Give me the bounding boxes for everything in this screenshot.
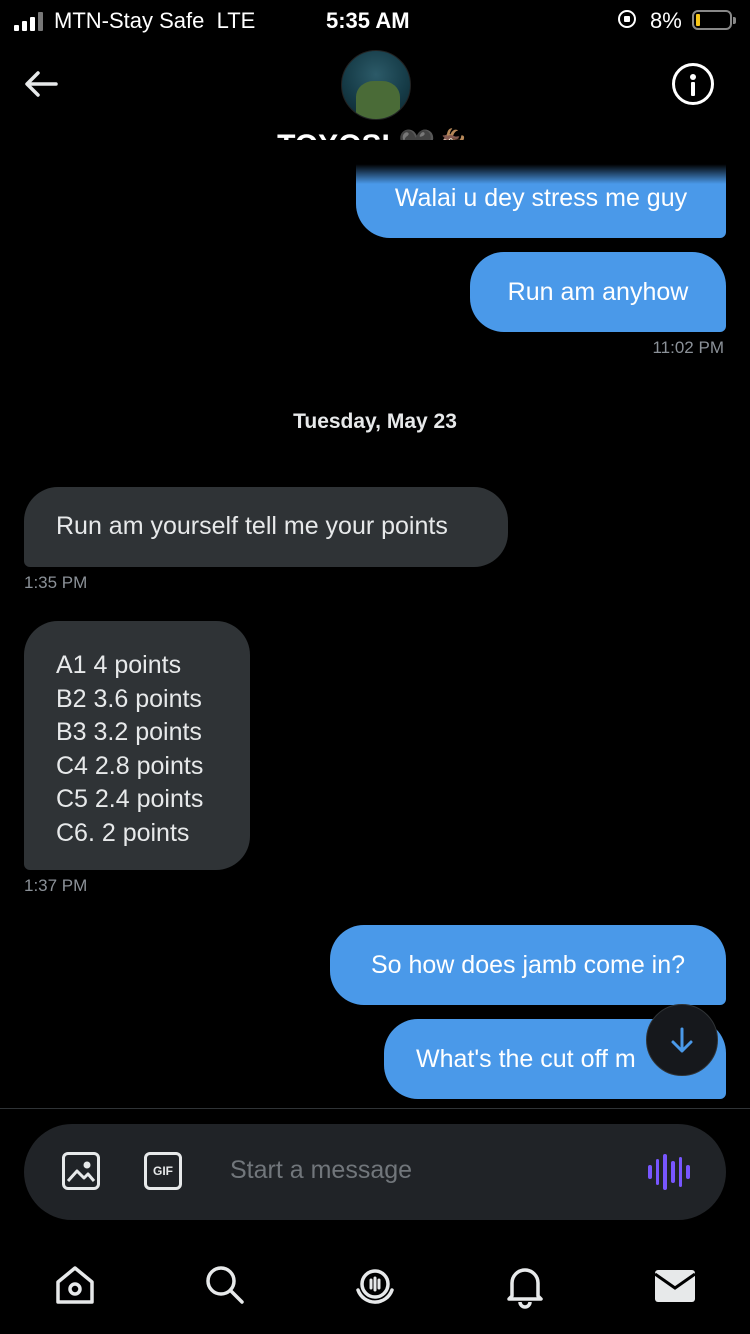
composer-divider — [0, 1108, 750, 1109]
battery-icon — [692, 10, 736, 30]
messages-icon[interactable] — [650, 1260, 700, 1310]
scroll-to-bottom-button[interactable] — [646, 1004, 718, 1076]
network-label: LTE — [216, 8, 256, 33]
message-input[interactable]: Start a message — [230, 1156, 412, 1185]
message-timestamp: 1:37 PM — [24, 876, 88, 895]
info-icon[interactable] — [672, 63, 714, 105]
battery-percent: 8% — [650, 8, 682, 33]
signal-icon — [14, 11, 43, 31]
gif-icon[interactable]: GIF — [144, 1152, 182, 1190]
search-icon[interactable] — [200, 1260, 250, 1310]
message-bubble-outgoing[interactable]: Run am anyhow — [470, 252, 726, 332]
arrow-left-icon[interactable] — [22, 64, 62, 104]
message-bubble-incoming[interactable]: Run am yourself tell me your points — [24, 487, 508, 567]
notifications-icon[interactable] — [500, 1260, 550, 1310]
message-bubble-outgoing[interactable]: So how does jamb come in? — [330, 925, 726, 1005]
arrow-down-icon — [671, 1027, 693, 1053]
carrier-label: MTN-Stay Safe LTE — [54, 8, 256, 33]
rotation-lock-icon — [618, 10, 636, 28]
status-time: 5:35 AM — [326, 8, 410, 33]
spaces-icon[interactable] — [350, 1260, 400, 1310]
header-fade — [0, 140, 750, 184]
message-bubble-incoming[interactable]: A1 4 points B2 3.6 points B3 3.2 points … — [24, 621, 250, 870]
message-timestamp: 11:02 PM — [652, 338, 724, 357]
voice-message-icon[interactable] — [648, 1154, 691, 1190]
message-timestamp: 1:35 PM — [24, 573, 88, 592]
bottom-navigation — [0, 1240, 750, 1334]
home-icon[interactable] — [50, 1260, 100, 1310]
status-bar: MTN-Stay Safe LTE 5:35 AM 8% — [0, 0, 750, 44]
image-icon[interactable] — [62, 1152, 100, 1190]
day-separator: Tuesday, May 23 — [293, 410, 457, 433]
avatar[interactable] — [341, 50, 411, 120]
